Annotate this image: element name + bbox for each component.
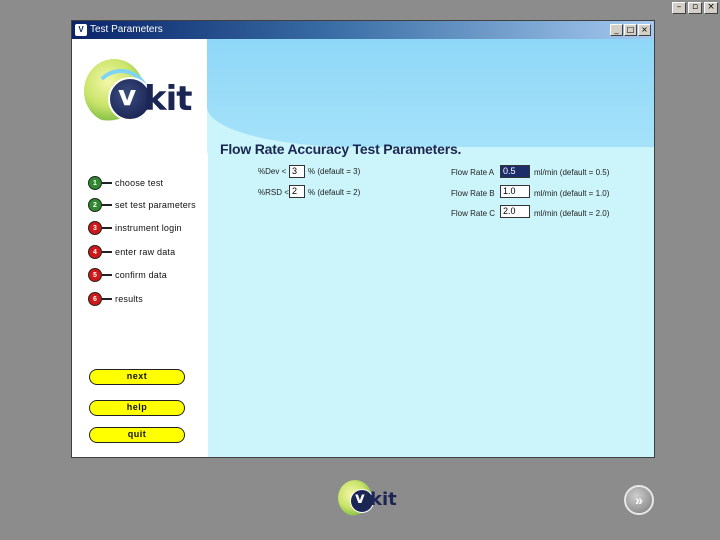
logo-v-text: v <box>118 79 137 112</box>
step-set-test-parameters[interactable]: 2 set test parameters <box>88 197 196 213</box>
step-3-icon: 3 <box>88 221 102 235</box>
step-1-icon: 1 <box>88 176 102 190</box>
screen-restore-button[interactable]: ▫ <box>688 2 702 14</box>
flow-rate-c-default-text: ml/min (default = 2.0) <box>534 209 610 218</box>
flow-rate-b-input[interactable]: 1.0 <box>500 185 530 198</box>
step-4-icon: 4 <box>88 245 102 259</box>
step-connector <box>102 227 112 229</box>
step-enter-raw-data[interactable]: 4 enter raw data <box>88 244 175 260</box>
dev-default-text: % (default = 3) <box>308 167 361 176</box>
step-2-icon: 2 <box>88 198 102 212</box>
flow-rate-a-default-text: ml/min (default = 0.5) <box>534 168 610 177</box>
bottom-logo-kit-text: kit <box>370 489 397 510</box>
step-connector <box>102 182 112 184</box>
bottom-vkit-logo: v kit <box>338 480 408 520</box>
maximize-button[interactable]: □ <box>624 24 637 36</box>
flow-rate-b-default-text: ml/min (default = 1.0) <box>534 189 610 198</box>
dev-input[interactable]: 3 <box>289 165 305 178</box>
step-6-icon: 6 <box>88 292 102 306</box>
vkit-logo: v kit <box>84 59 214 129</box>
flow-rate-a-input[interactable]: 0.5 <box>500 165 530 178</box>
step-connector <box>102 251 112 253</box>
window-title: Test Parameters <box>90 24 163 35</box>
step-confirm-data[interactable]: 5 confirm data <box>88 267 167 283</box>
step-label: instrument login <box>115 223 182 233</box>
bottom-logo-v-text: v <box>355 489 365 507</box>
app-icon: V <box>75 24 87 36</box>
step-connector <box>102 204 112 206</box>
step-5-icon: 5 <box>88 268 102 282</box>
minimize-button[interactable]: _ <box>610 24 623 36</box>
title-bar[interactable]: V Test Parameters _ □ × <box>72 21 654 39</box>
step-label: results <box>115 294 143 304</box>
rsd-default-text: % (default = 2) <box>308 188 361 197</box>
step-label: choose test <box>115 178 164 188</box>
screen-minimize-button[interactable]: – <box>672 2 686 14</box>
step-label: confirm data <box>115 270 167 280</box>
forward-arrow-icon[interactable]: » <box>624 485 654 515</box>
quit-button[interactable]: quit <box>89 427 185 443</box>
header-band <box>207 39 654 147</box>
step-choose-test[interactable]: 1 choose test <box>88 175 163 191</box>
flow-rate-b-label: Flow Rate B <box>451 189 495 198</box>
step-label: enter raw data <box>115 247 176 257</box>
step-connector <box>102 298 112 300</box>
step-connector <box>102 274 112 276</box>
dev-label: %Dev < <box>258 167 287 176</box>
test-parameters-window: V Test Parameters _ □ × v kit 1 choose t… <box>71 20 655 458</box>
page-title: Flow Rate Accuracy Test Parameters. <box>220 141 462 157</box>
help-button[interactable]: help <box>89 400 185 416</box>
close-button[interactable]: × <box>638 24 651 36</box>
step-label: set test parameters <box>115 200 196 210</box>
rsd-label: %RSD < <box>258 188 289 197</box>
step-instrument-login[interactable]: 3 instrument login <box>88 220 182 236</box>
step-results[interactable]: 6 results <box>88 291 143 307</box>
logo-kit-text: kit <box>144 79 193 119</box>
flow-rate-c-input[interactable]: 2.0 <box>500 205 530 218</box>
screen-controls: – ▫ × <box>672 2 718 14</box>
flow-rate-c-label: Flow Rate C <box>451 209 496 218</box>
next-button[interactable]: next <box>89 369 185 385</box>
flow-rate-a-label: Flow Rate A <box>451 168 495 177</box>
screen-close-button[interactable]: × <box>704 2 718 14</box>
window-controls: _ □ × <box>610 24 651 36</box>
rsd-input[interactable]: 2 <box>289 185 305 198</box>
